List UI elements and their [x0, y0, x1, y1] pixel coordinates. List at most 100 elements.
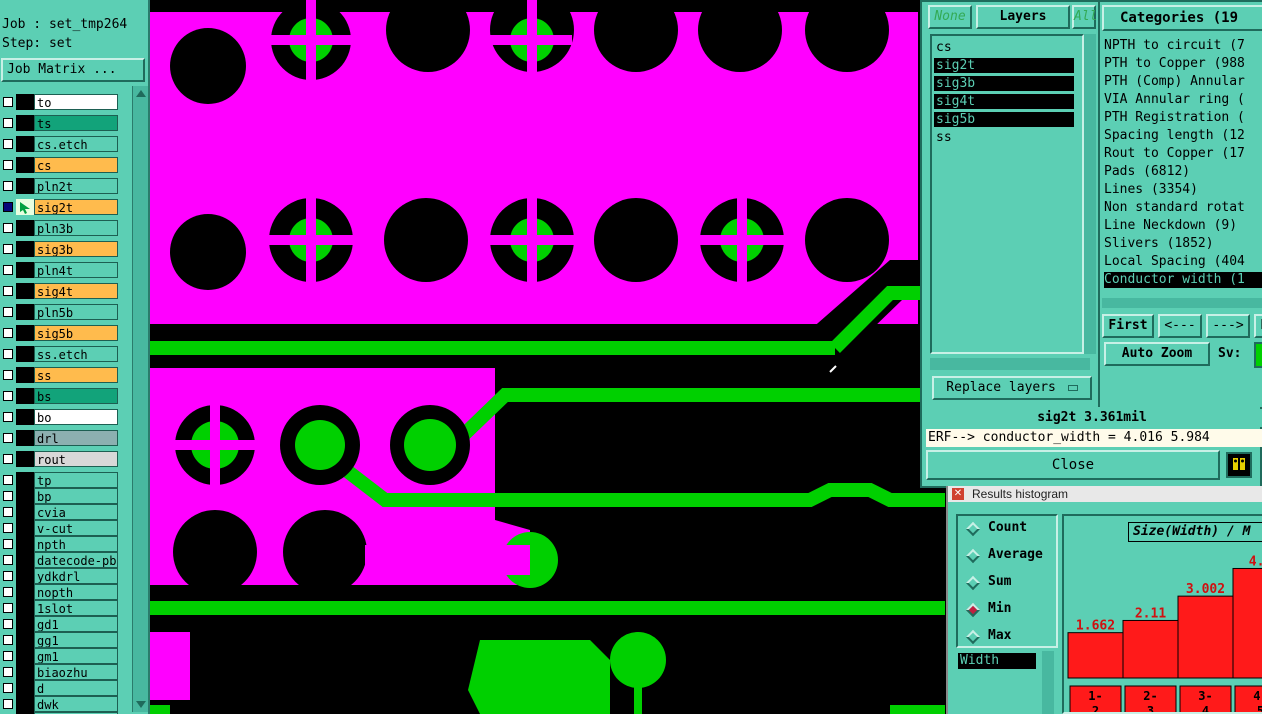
category-item[interactable]: Pads (6812)	[1104, 164, 1262, 180]
layer-checkbox[interactable]	[3, 244, 13, 254]
layer-checkbox[interactable]	[3, 491, 13, 501]
histogram-bar[interactable]	[1177, 595, 1234, 679]
layer-row-bs[interactable]: bs	[0, 388, 120, 404]
field-selector[interactable]: Width	[958, 653, 1036, 669]
mode-radio-average[interactable]: Average	[964, 545, 1054, 567]
category-item[interactable]: PTH to Copper (988	[1104, 56, 1262, 72]
layer-row-drl[interactable]: drl	[0, 430, 120, 446]
layer-checkbox[interactable]	[3, 349, 13, 359]
layer-checkbox[interactable]	[3, 651, 13, 661]
layer-checkbox[interactable]	[3, 699, 13, 709]
replace-layers-button[interactable]: Replace layers	[932, 376, 1092, 400]
layer-checkbox[interactable]	[3, 97, 13, 107]
layer-row-gg1[interactable]: gg1	[0, 632, 120, 648]
layer-row-sig5b[interactable]: sig5b	[0, 325, 120, 341]
layer-list-item[interactable]: sig5b	[934, 112, 1074, 127]
layer-checkbox[interactable]	[3, 635, 13, 645]
layer-checkbox[interactable]	[3, 571, 13, 581]
select-none-button[interactable]: None	[928, 5, 972, 29]
layer-row-rout[interactable]: rout	[0, 451, 120, 467]
layer-row-cs[interactable]: cs	[0, 157, 120, 173]
histogram-bar[interactable]	[1067, 632, 1124, 679]
first-button[interactable]: First	[1102, 314, 1154, 338]
category-item[interactable]: Local Spacing (404	[1104, 254, 1262, 270]
layer-checkbox[interactable]	[3, 587, 13, 597]
layer-list-item[interactable]: cs	[934, 40, 1074, 55]
layer-row-gm1[interactable]: gm1	[0, 648, 120, 664]
layer-row-pln5b[interactable]: pln5b	[0, 304, 120, 320]
category-item[interactable]: PTH (Comp) Annular	[1104, 74, 1262, 90]
category-item[interactable]: NPTH to circuit (7	[1104, 38, 1262, 54]
layer-row-ss[interactable]: ss	[0, 367, 120, 383]
category-item[interactable]: Slivers (1852)	[1104, 236, 1262, 252]
category-item[interactable]: Lines (3354)	[1104, 182, 1262, 198]
mode-radio-sum[interactable]: Sum	[964, 572, 1054, 594]
layer-checkbox[interactable]	[3, 265, 13, 275]
layer-row-pln2t[interactable]: pln2t	[0, 178, 120, 194]
category-item[interactable]: PTH Registration (	[1104, 110, 1262, 126]
layer-row-nopth[interactable]: nopth	[0, 584, 120, 600]
layer-row-pln4t[interactable]: pln4t	[0, 262, 120, 278]
help-icon[interactable]	[1226, 452, 1252, 478]
layer-row-sig4t[interactable]: sig4t	[0, 283, 120, 299]
select-all-button[interactable]: All	[1072, 5, 1097, 29]
category-item[interactable]: Rout to Copper (17	[1104, 146, 1262, 162]
layer-row-sig3b[interactable]: sig3b	[0, 241, 120, 257]
layer-row-sig2t[interactable]: sig2t	[0, 199, 120, 215]
layer-row-ydkdrl[interactable]: ydkdrl	[0, 568, 120, 584]
layer-row-cvia[interactable]: cvia	[0, 504, 120, 520]
layer-list-item[interactable]: sig2t	[934, 58, 1074, 73]
layer-checkbox[interactable]	[3, 160, 13, 170]
layer-row-npth[interactable]: npth	[0, 536, 120, 552]
layers-list-hscrollbar[interactable]	[930, 358, 1090, 370]
layer-row-pln3b[interactable]: pln3b	[0, 220, 120, 236]
layer-row-bp[interactable]: bp	[0, 488, 120, 504]
layer-checkbox[interactable]	[3, 139, 13, 149]
layer-checkbox[interactable]	[3, 667, 13, 677]
layer-checkbox[interactable]	[3, 286, 13, 296]
layer-list-item[interactable]: ss	[934, 130, 1074, 145]
board-canvas[interactable]	[150, 0, 945, 714]
layer-checkbox[interactable]	[3, 555, 13, 565]
layer-checkbox[interactable]	[3, 181, 13, 191]
layer-checkbox[interactable]	[3, 328, 13, 338]
layers-tab[interactable]: Layers	[976, 5, 1070, 29]
layer-row-dwk[interactable]: dwk	[0, 696, 120, 712]
layer-checkbox[interactable]	[3, 391, 13, 401]
layer-row-to[interactable]: to	[0, 94, 120, 110]
mode-radio-min[interactable]: Min	[964, 599, 1054, 621]
category-item[interactable]: Non standard rotat	[1104, 200, 1262, 216]
next-button[interactable]: --->	[1206, 314, 1250, 338]
histogram-bar[interactable]	[1232, 567, 1262, 679]
layer-row-bo[interactable]: bo	[0, 409, 120, 425]
mode-radio-max[interactable]: Max	[964, 626, 1054, 648]
layer-checkbox[interactable]	[3, 603, 13, 613]
layer-row-biaozhu[interactable]: biaozhu	[0, 664, 120, 680]
layer-row-ts[interactable]: ts	[0, 115, 120, 131]
categories-hscrollbar[interactable]	[1102, 298, 1262, 308]
layer-checkbox[interactable]	[3, 370, 13, 380]
layer-row-tp[interactable]: tp	[0, 472, 120, 488]
histogram-bar[interactable]	[1122, 619, 1179, 679]
scroll-up-icon[interactable]	[136, 90, 146, 97]
scroll-down-icon[interactable]	[136, 701, 146, 708]
close-button[interactable]: Close	[926, 450, 1220, 480]
job-matrix-button[interactable]: Job Matrix ...	[1, 58, 145, 82]
layer-row-v-cut[interactable]: v-cut	[0, 520, 120, 536]
layer-checkbox[interactable]	[3, 683, 13, 693]
layer-checkbox[interactable]	[3, 433, 13, 443]
layer-checkbox[interactable]	[3, 202, 13, 212]
layer-row-datecode-pbe[interactable]: datecode-pbe	[0, 552, 120, 568]
layer-checkbox[interactable]	[3, 307, 13, 317]
close-icon[interactable]: ✕	[952, 488, 964, 500]
layer-checkbox[interactable]	[3, 507, 13, 517]
layer-list-scrollbar[interactable]	[132, 86, 148, 712]
category-item[interactable]: Spacing length (12	[1104, 128, 1262, 144]
sv-indicator[interactable]	[1254, 342, 1262, 368]
layer-row-ss.etch[interactable]: ss.etch	[0, 346, 120, 362]
layer-list-item[interactable]: sig4t	[934, 94, 1074, 109]
layers-list-scrollbar[interactable]	[1084, 34, 1096, 354]
category-item[interactable]: Conductor width (1	[1104, 272, 1262, 288]
field-scrollbar[interactable]	[1042, 651, 1054, 714]
last-button[interactable]: L	[1254, 314, 1262, 338]
